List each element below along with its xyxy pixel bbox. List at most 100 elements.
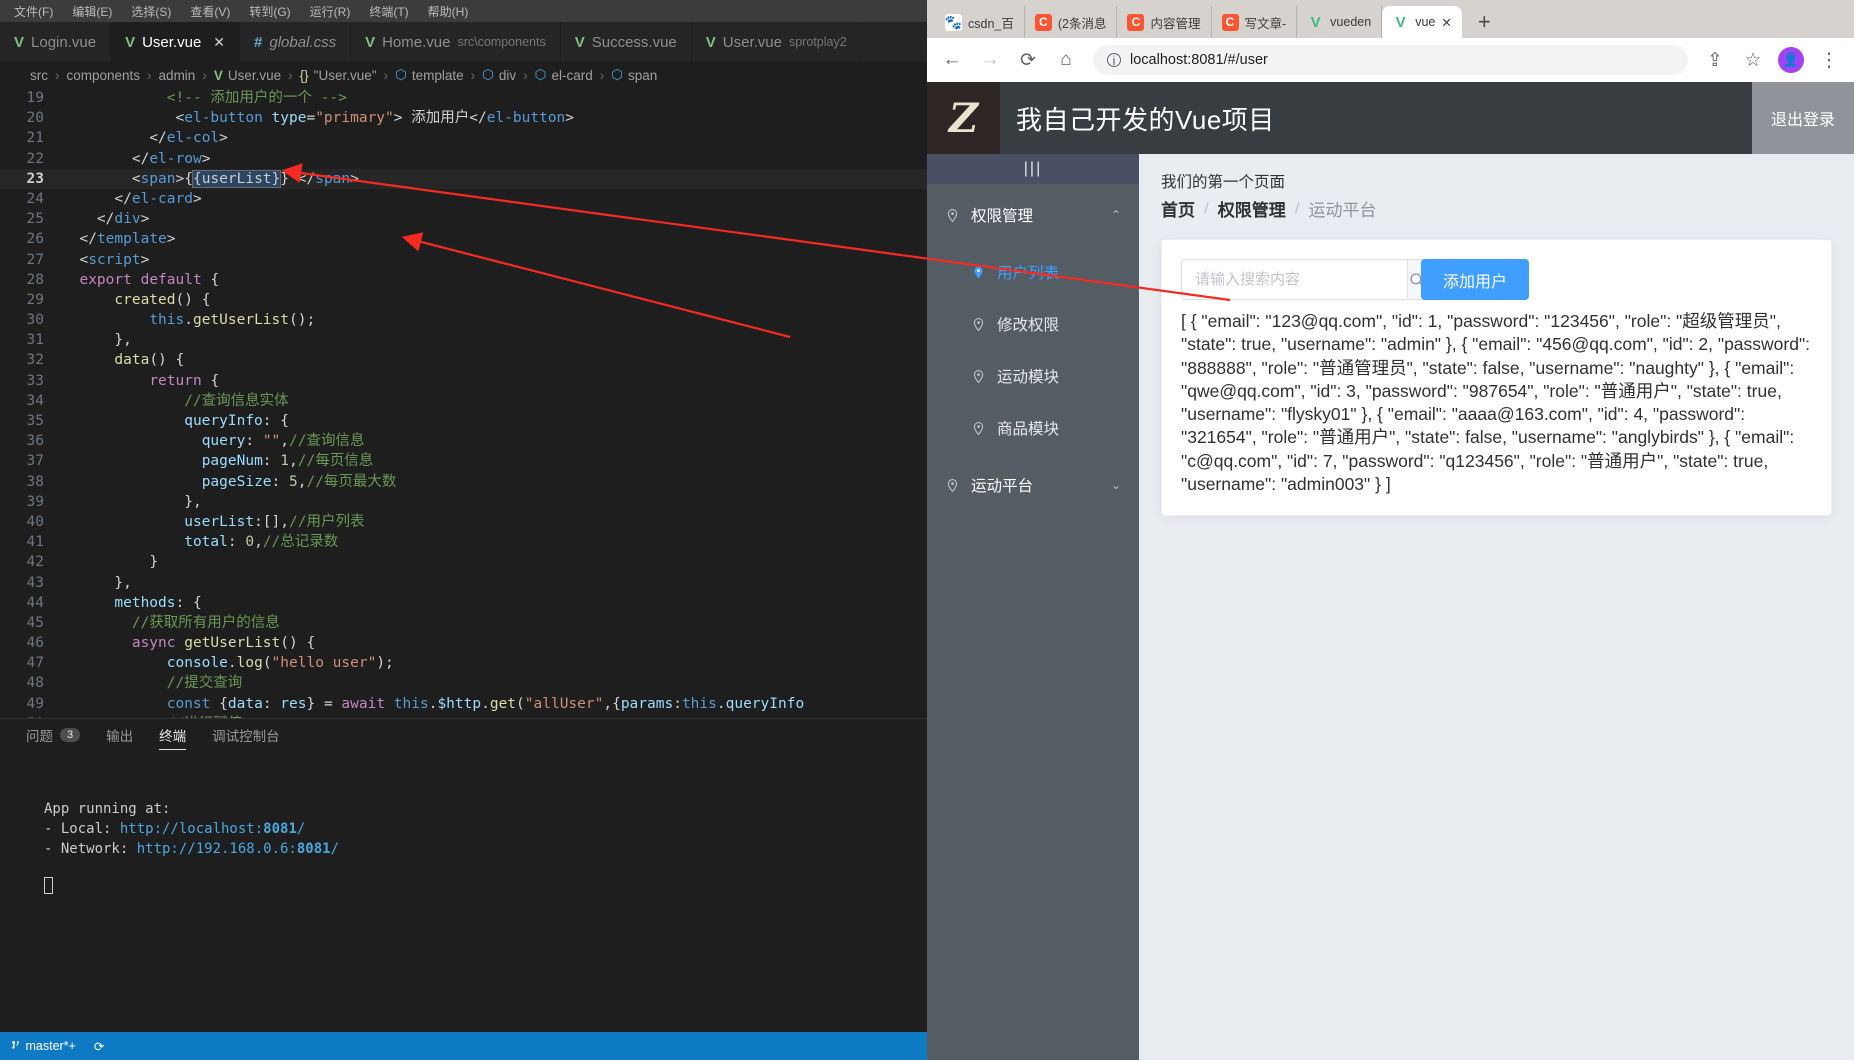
kebab-menu-icon[interactable]: ⋮ <box>1812 43 1846 77</box>
code-line[interactable]: 39 }, <box>0 492 927 512</box>
code-line[interactable]: 48 //提交查询 <box>0 673 927 693</box>
code-line[interactable]: 43 }, <box>0 573 927 593</box>
search-input[interactable] <box>1181 259 1407 300</box>
network-slash[interactable]: / <box>331 841 339 857</box>
sidebar-group-permission[interactable]: 权限管理 ⌃ <box>927 184 1139 246</box>
menu-file[interactable]: 文件(F) <box>6 2 61 21</box>
avatar[interactable]: 👤 <box>1774 43 1808 77</box>
add-user-button[interactable]: 添加用户 <box>1421 259 1530 300</box>
code-line[interactable]: 45 //获取所有用户的信息 <box>0 613 927 633</box>
editor-tab-success-vue[interactable]: V Success.vue <box>561 22 692 62</box>
forward-arrow-icon[interactable]: → <box>973 43 1007 77</box>
code-line[interactable]: 22 </el-row> <box>0 149 927 169</box>
code-line[interactable]: 47 console.log("hello user"); <box>0 653 927 673</box>
menu-edit[interactable]: 编辑(E) <box>64 2 120 21</box>
editor-tab-global-css[interactable]: # global.css <box>240 22 352 62</box>
code-line[interactable]: 42 } <box>0 552 927 572</box>
code-line[interactable]: 25 </div> <box>0 209 927 229</box>
sync-icon[interactable]: ⟳ <box>94 1039 104 1054</box>
code-line[interactable]: 36 query: "",//查询信息 <box>0 431 927 451</box>
browser-tab-csdn-baidu[interactable]: 🐾 csdn_百 <box>935 6 1025 38</box>
menu-help[interactable]: 帮助(H) <box>420 2 477 21</box>
code-editor[interactable]: 19 <!-- 添加用户的一个 --> 20 <el-button type="p… <box>0 88 927 718</box>
browser-tab-messages[interactable]: C (2条消息 <box>1025 6 1118 38</box>
code-line[interactable]: 24 </el-card> <box>0 189 927 209</box>
editor-tab-user-vue-2[interactable]: V User.vue sprotplay2 <box>692 22 862 62</box>
git-branch-item[interactable]: master*+ <box>10 1039 76 1053</box>
code-line[interactable]: 38 pageSize: 5,//每页最大数 <box>0 472 927 492</box>
breadcrumb-div[interactable]: div <box>499 68 516 83</box>
local-port[interactable]: 8081 <box>263 821 297 837</box>
breadcrumb-span[interactable]: span <box>628 68 657 83</box>
breadcrumb-admin[interactable]: admin <box>159 68 196 83</box>
code-line[interactable]: 35 queryInfo: { <box>0 411 927 431</box>
breadcrumb-elcard[interactable]: el-card <box>551 68 592 83</box>
code-line[interactable]: 46 async getUserList() { <box>0 633 927 653</box>
network-url[interactable]: http://192.168.0.6: <box>137 841 297 857</box>
code-line[interactable]: 20 <el-button type="primary"> 添加用户</el-b… <box>0 108 927 128</box>
star-icon[interactable]: ☆ <box>1736 43 1770 77</box>
browser-tab-content-mgmt[interactable]: C 内容管理 <box>1117 6 1212 38</box>
menu-terminal[interactable]: 终端(T) <box>361 2 416 21</box>
panel-tab-debug-console[interactable]: 调试控制台 <box>212 725 280 749</box>
breadcrumb-permission[interactable]: 权限管理 <box>1218 196 1286 221</box>
menu-run[interactable]: 运行(R) <box>302 2 359 21</box>
network-port[interactable]: 8081 <box>297 841 331 857</box>
new-tab-button[interactable]: + <box>1462 6 1507 38</box>
code-line[interactable]: 19 <!-- 添加用户的一个 --> <box>0 88 927 108</box>
code-line[interactable]: 27 <script> <box>0 250 927 270</box>
editor-tab-login-vue[interactable]: V Login.vue <box>0 22 112 62</box>
breadcrumb-symbol-file[interactable]: "User.vue" <box>314 68 377 83</box>
terminal-output[interactable]: App running at: - Local: http://localhos… <box>0 755 927 900</box>
browser-tab-write-article[interactable]: C 写文章- <box>1212 6 1298 38</box>
breadcrumb-components[interactable]: components <box>67 68 141 83</box>
close-icon[interactable]: ✕ <box>1441 15 1451 30</box>
code-line[interactable]: 33 return { <box>0 371 927 391</box>
breadcrumb-template[interactable]: template <box>412 68 464 83</box>
local-url[interactable]: http://localhost: <box>120 821 263 837</box>
info-icon[interactable]: i <box>1107 53 1121 67</box>
browser-tab-vue-active[interactable]: V vue ✕ <box>1382 6 1462 38</box>
code-line[interactable]: 34 //查询信息实体 <box>0 391 927 411</box>
code-line[interactable]: 41 total: 0,//总记录数 <box>0 532 927 552</box>
breadcrumb-src[interactable]: src <box>30 68 48 83</box>
code-line[interactable]: 40 userList:[],//用户列表 <box>0 512 927 532</box>
code-line[interactable]: 30 this.getUserList(); <box>0 310 927 330</box>
menu-go[interactable]: 转到(G) <box>241 2 298 21</box>
sidebar-item-sports-module[interactable]: 运动模块 <box>927 350 1139 402</box>
sidebar-item-goods-module[interactable]: 商品模块 <box>927 402 1139 454</box>
panel-tab-problems[interactable]: 问题 3 <box>26 725 81 749</box>
local-slash[interactable]: / <box>297 821 305 837</box>
address-bar[interactable]: i localhost:8081/#/user <box>1093 45 1688 75</box>
code-line[interactable]: 32 data() { <box>0 350 927 370</box>
code-line[interactable]: 28 export default { <box>0 270 927 290</box>
breadcrumb-home[interactable]: 首页 <box>1161 196 1195 221</box>
sidebar-collapse-toggle[interactable]: ||| <box>927 154 1139 184</box>
code-line[interactable]: 49 const {data: res} = await this.$http.… <box>0 694 927 714</box>
browser-tab-vuedemo[interactable]: V vueden <box>1297 6 1383 38</box>
editor-tab-user-vue[interactable]: V User.vue ✕ <box>111 22 241 62</box>
code-line[interactable]: 29 created() { <box>0 290 927 310</box>
share-icon[interactable]: ⇪ <box>1698 43 1732 77</box>
code-line[interactable]: 26 </template> <box>0 229 927 249</box>
close-icon[interactable]: ✕ <box>213 34 225 51</box>
code-line[interactable]: 31 }, <box>0 330 927 350</box>
code-line[interactable]: 21 </el-col> <box>0 128 927 148</box>
editor-tab-home-vue[interactable]: V Home.vue src\components <box>351 22 561 62</box>
menu-view[interactable]: 查看(V) <box>182 2 238 21</box>
logout-button[interactable]: 退出登录 <box>1752 82 1854 154</box>
code-line[interactable]: 44 methods: { <box>0 593 927 613</box>
home-icon[interactable]: ⌂ <box>1049 43 1083 77</box>
panel-tab-terminal[interactable]: 终端 <box>159 725 187 750</box>
sidebar-group-sports-platform[interactable]: 运动平台 ⌄ <box>927 454 1139 516</box>
user-card: 添加用户 [ { "email": "123@qq.com", "id": 1,… <box>1161 239 1832 517</box>
menu-selection[interactable]: 选择(S) <box>123 2 179 21</box>
breadcrumb-file[interactable]: User.vue <box>228 68 281 83</box>
code-line[interactable]: 37 pageNum: 1,//每页信息 <box>0 451 927 471</box>
panel-tab-output[interactable]: 输出 <box>106 725 133 749</box>
reload-icon[interactable]: ⟳ <box>1011 43 1045 77</box>
sidebar-item-modify-permission[interactable]: 修改权限 <box>927 298 1139 350</box>
back-arrow-icon[interactable]: ← <box>935 43 969 77</box>
code-line[interactable]: 23 <span>{{userList}} </span> <box>0 168 927 189</box>
sidebar-item-user-list[interactable]: 用户列表 <box>927 246 1139 298</box>
